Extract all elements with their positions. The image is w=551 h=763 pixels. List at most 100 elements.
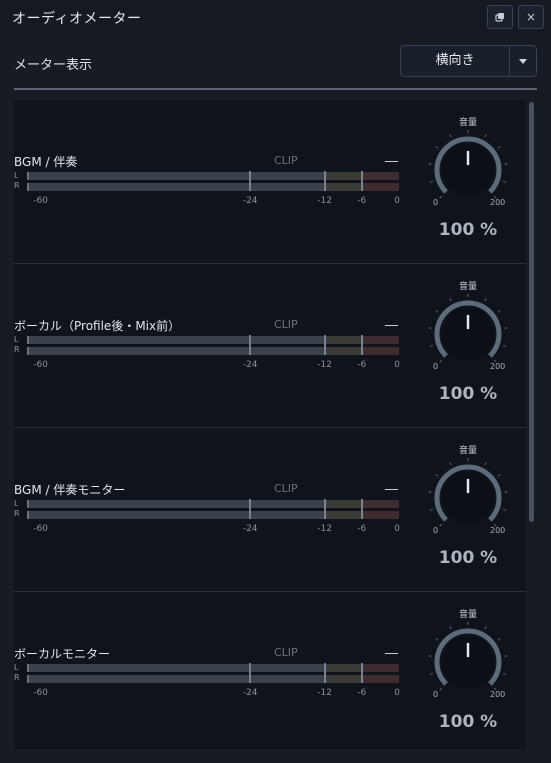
knob-dial-tick bbox=[484, 626, 487, 630]
volume-max-label: 200 bbox=[490, 198, 506, 207]
popout-icon bbox=[495, 13, 504, 22]
scrollbar[interactable] bbox=[528, 100, 536, 749]
scale-label: -24 bbox=[242, 360, 258, 370]
controls-row: メーター表示 横向き bbox=[0, 34, 551, 90]
scale-label: 0 bbox=[394, 524, 400, 534]
knob-dial-tick bbox=[497, 310, 501, 313]
right-level-bar bbox=[27, 511, 399, 519]
clip-indicator: CLIP bbox=[274, 154, 298, 167]
knob-dial-tick bbox=[435, 146, 439, 149]
audio-meter-window: オーディオメーター × メーター表示 横向き BGM / 伴奏 CLIP L R -60… bbox=[0, 0, 551, 763]
knob-dial-tick bbox=[429, 508, 433, 511]
scale-tick bbox=[323, 663, 326, 683]
right-level-bar bbox=[27, 675, 399, 683]
orientation-select[interactable]: 横向き bbox=[400, 45, 537, 77]
clip-indicator: CLIP bbox=[274, 646, 298, 659]
close-icon: × bbox=[525, 10, 537, 24]
knob-dial-tick bbox=[484, 134, 487, 138]
volume-title: 音量 bbox=[458, 610, 477, 620]
knob-dial-tick bbox=[503, 672, 507, 675]
knob-dial-tick bbox=[497, 146, 501, 149]
scrollbar-thumb[interactable] bbox=[529, 102, 534, 522]
knob-dial-tick bbox=[429, 672, 433, 675]
scale-label: -60 bbox=[33, 196, 48, 206]
left-level-bar bbox=[27, 336, 399, 344]
volume-knob[interactable] bbox=[428, 458, 508, 530]
volume-control: 音量 0 200 100 % bbox=[426, 592, 526, 749]
scale-label: 0 bbox=[394, 196, 400, 206]
right-channel-label: R bbox=[14, 181, 20, 190]
left-channel-label: L bbox=[14, 663, 19, 672]
right-channel-label: R bbox=[14, 345, 20, 354]
right-level-bar bbox=[27, 183, 399, 191]
scale-tick bbox=[360, 335, 363, 355]
scale-tick bbox=[323, 499, 326, 519]
volume-control: 音量 0 200 100 % bbox=[426, 428, 526, 592]
popout-button[interactable] bbox=[487, 5, 513, 29]
scale-tick bbox=[249, 663, 252, 683]
volume-title: 音量 bbox=[458, 282, 477, 292]
knob-dial-tick bbox=[435, 310, 439, 313]
volume-knob[interactable] bbox=[428, 130, 508, 202]
knob-dial-tick bbox=[435, 638, 439, 641]
left-channel-label: L bbox=[14, 171, 19, 180]
volume-max-label: 200 bbox=[490, 690, 506, 699]
volume-control: 音量 0 200 100 % bbox=[426, 100, 526, 264]
knob-dial-tick bbox=[484, 298, 487, 302]
right-channel-label: R bbox=[14, 673, 20, 682]
peak-hold-indicator bbox=[385, 489, 398, 490]
knob-dial-tick bbox=[429, 180, 433, 183]
knob-dial-tick bbox=[439, 359, 443, 363]
channel-name: ボーカル（Profile後・Mix前） bbox=[14, 319, 181, 333]
scale-label: -24 bbox=[242, 688, 258, 698]
knob-dial-tick bbox=[439, 687, 443, 691]
channel-row: BGM / 伴奏モニター CLIP L R -60 -24 -12 -6 0 音量 0 200 100 … bbox=[14, 428, 526, 592]
scale-tick bbox=[360, 663, 363, 683]
title-bar: オーディオメーター × bbox=[0, 0, 551, 34]
scale-label: 0 bbox=[394, 688, 400, 698]
left-level-bar bbox=[27, 500, 399, 508]
knob-dial-tick bbox=[449, 626, 452, 630]
volume-max-label: 200 bbox=[490, 526, 506, 535]
volume-min-label: 0 bbox=[433, 198, 439, 207]
knob-dial-tick bbox=[497, 638, 501, 641]
chevron-down-icon[interactable] bbox=[510, 46, 536, 76]
volume-knob[interactable] bbox=[428, 622, 508, 694]
channel-name: BGM / 伴奏モニター bbox=[14, 483, 126, 497]
window-title: オーディオメーター bbox=[12, 11, 142, 27]
channel-row: BGM / 伴奏 CLIP L R -60 -24 -12 -6 0 音量 0 200 100 % bbox=[14, 100, 526, 264]
scale-label: -12 bbox=[317, 524, 332, 534]
knob-dial-tick bbox=[435, 474, 439, 477]
peak-hold-indicator bbox=[385, 161, 398, 162]
scale-tick bbox=[249, 171, 252, 191]
right-level-bar bbox=[27, 347, 399, 355]
peak-hold-indicator bbox=[385, 653, 398, 654]
left-channel-label: L bbox=[14, 335, 19, 344]
knob-dial-tick bbox=[449, 462, 452, 466]
volume-max-label: 200 bbox=[490, 362, 506, 371]
meter-display-label: メーター表示 bbox=[14, 58, 93, 73]
scale-label: -12 bbox=[317, 196, 332, 206]
knob-dial-tick bbox=[503, 344, 507, 347]
clip-indicator: CLIP bbox=[274, 318, 298, 331]
scale-label: -60 bbox=[33, 688, 48, 698]
volume-knob[interactable] bbox=[428, 294, 508, 366]
scale-label: -60 bbox=[33, 360, 48, 370]
close-button[interactable]: × bbox=[518, 5, 544, 29]
knob-dial-tick bbox=[449, 298, 452, 302]
volume-value: 100 % bbox=[438, 384, 498, 404]
scale-label: -12 bbox=[317, 360, 332, 370]
scale-tick bbox=[323, 171, 326, 191]
scale-label: -6 bbox=[357, 360, 367, 370]
volume-control: 音量 0 200 100 % bbox=[426, 264, 526, 428]
knob-dial-tick bbox=[484, 462, 487, 466]
knob-dial-tick bbox=[439, 523, 443, 527]
scale-tick bbox=[323, 335, 326, 355]
scale-label: -6 bbox=[357, 688, 367, 698]
knob-dial-tick bbox=[429, 344, 433, 347]
right-channel-label: R bbox=[14, 509, 20, 518]
scale-tick bbox=[360, 499, 363, 519]
scale-label: -60 bbox=[33, 524, 48, 534]
volume-title: 音量 bbox=[458, 446, 477, 456]
header-divider bbox=[14, 88, 537, 90]
